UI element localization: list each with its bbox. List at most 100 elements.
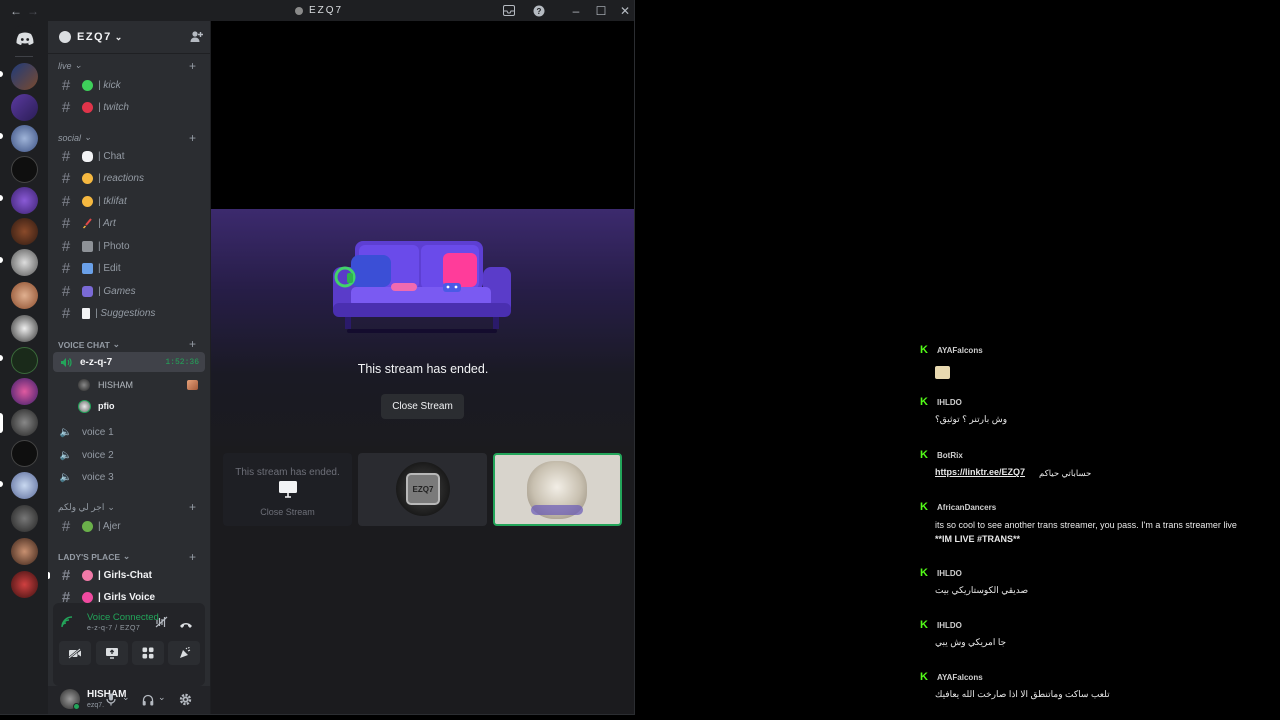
voice-channel-2[interactable]: 🔈 voice 2	[53, 445, 205, 465]
server-icon-15[interactable]	[11, 505, 38, 532]
chevron-down-icon: ⌄	[84, 132, 92, 142]
category-ladys-place[interactable]: LADY'S PLACE ⌄	[58, 551, 130, 562]
server-icon-13[interactable]	[11, 440, 38, 467]
headphones-icon[interactable]	[142, 693, 154, 711]
channel-tklifat[interactable]: # | tklifat	[53, 191, 205, 211]
server-icon-2[interactable]	[11, 94, 38, 121]
category-arabic[interactable]: اجر لي ولكم ⌄	[58, 502, 115, 513]
channel-suggestions[interactable]: # | Suggestions	[53, 303, 205, 323]
hash-icon: #	[61, 237, 71, 255]
server-icon-14[interactable]	[11, 472, 38, 499]
close-stream-button[interactable]: Close Stream	[381, 394, 464, 419]
category-social[interactable]: social ⌄	[58, 132, 92, 143]
inbox-icon[interactable]	[502, 0, 516, 21]
help-icon[interactable]: ?	[532, 0, 546, 21]
chevron-down-icon[interactable]: ⌄	[122, 692, 130, 703]
disconnect-icon[interactable]	[179, 616, 193, 634]
camera-button[interactable]	[59, 641, 91, 665]
channel-kick[interactable]: # | kick	[53, 75, 205, 95]
server-icon-3[interactable]	[11, 125, 38, 152]
server-icon-16[interactable]	[11, 538, 38, 565]
screen-share-icon	[106, 648, 118, 659]
server-icon-5[interactable]	[11, 187, 38, 214]
voice-member[interactable]: pfio	[78, 397, 202, 415]
chat-text: صديقي الكوستاريكي بيت	[935, 585, 1029, 595]
server-icon-6[interactable]	[11, 218, 38, 245]
server-list	[0, 21, 48, 714]
camera-icon	[82, 240, 93, 252]
hash-icon: #	[61, 98, 71, 116]
activities-icon	[142, 647, 154, 659]
server-icon-4[interactable]	[11, 156, 38, 183]
category-live[interactable]: live ⌄	[58, 60, 82, 71]
add-channel-icon[interactable]: +	[189, 59, 196, 73]
minimize-icon[interactable]: –	[569, 0, 583, 21]
server-icon-10[interactable]	[11, 347, 38, 374]
microphone-icon[interactable]	[106, 693, 116, 711]
server-icon-11[interactable]	[11, 378, 38, 405]
discord-home-icon[interactable]	[11, 25, 38, 52]
invite-people-icon[interactable]	[190, 30, 203, 46]
kick-icon: K	[920, 671, 928, 683]
participant-tiles: This stream has ended. Close Stream EZQ7	[211, 446, 634, 714]
soundboard-button[interactable]	[168, 641, 200, 665]
voice-location[interactable]: e-z-q-7 / EZQ7	[87, 625, 140, 632]
noise-suppression-icon[interactable]	[155, 615, 168, 633]
voice-member[interactable]: HISHAM	[78, 376, 202, 393]
channel-edit[interactable]: # | Edit	[53, 258, 205, 278]
chevron-down-icon: ⌄	[74, 60, 83, 70]
voice-channel-active[interactable]: e-z-q-7 1:52:36	[53, 352, 205, 372]
add-channel-icon[interactable]: +	[189, 337, 196, 351]
server-icon-8[interactable]	[11, 282, 38, 309]
red-circle-icon	[82, 101, 93, 113]
maximize-icon[interactable]: ☐	[594, 0, 608, 21]
hash-icon: #	[61, 192, 71, 210]
speaker-icon: 🔈	[59, 426, 73, 438]
selected-pip	[0, 413, 3, 433]
server-icon-7[interactable]	[11, 249, 38, 276]
channel-twitch[interactable]: # | twitch	[53, 97, 205, 117]
add-channel-icon[interactable]: +	[189, 550, 196, 564]
add-channel-icon[interactable]: +	[189, 500, 196, 514]
category-voice-chat[interactable]: VOICE CHAT ⌄	[58, 339, 120, 350]
chevron-down-icon: ⌄	[114, 31, 123, 42]
channel-reactions[interactable]: # | reactions	[53, 168, 205, 188]
channel-art[interactable]: # | Art	[53, 213, 205, 233]
chevron-down-icon[interactable]: ⌄	[158, 692, 166, 703]
channel-games[interactable]: # | Games	[53, 281, 205, 301]
close-icon[interactable]: ✕	[618, 0, 632, 21]
unread-pip	[48, 571, 50, 579]
speaker-icon: 🔈	[59, 471, 73, 483]
status-online-icon	[73, 703, 80, 710]
activity-icon	[187, 379, 198, 390]
activities-button[interactable]	[132, 641, 164, 665]
voice-channel-1[interactable]: 🔈 voice 1	[53, 422, 205, 442]
chat-username: BotRix	[937, 451, 963, 460]
chat-link[interactable]: https://linktr.ee/EZQ7	[935, 467, 1025, 477]
tile-close-stream[interactable]: Close Stream	[223, 507, 352, 517]
back-arrow-icon[interactable]: ←	[8, 0, 24, 21]
server-icon-9[interactable]	[11, 315, 38, 342]
participant-tile[interactable]: EZQ7	[358, 453, 487, 526]
add-channel-icon[interactable]: +	[189, 131, 196, 145]
avatar-decoration	[531, 505, 583, 515]
server-icon-12[interactable]	[11, 409, 38, 436]
participant-tile-speaking[interactable]	[493, 453, 622, 526]
voice-channel-3[interactable]: 🔈 voice 3	[53, 467, 205, 487]
channel-photo[interactable]: # | Photo	[53, 236, 205, 256]
server-icon-1[interactable]	[11, 63, 38, 90]
kick-icon: K	[920, 567, 928, 579]
share-screen-button[interactable]	[96, 641, 128, 665]
gear-icon[interactable]	[179, 693, 192, 711]
unread-pip	[0, 481, 3, 487]
forward-arrow-icon[interactable]: →	[26, 0, 40, 21]
channel-sidebar: EZQ7 ⌄ live ⌄ + # | kick # | twitch social ⌄…	[48, 21, 210, 714]
server-header[interactable]: EZQ7 ⌄	[48, 21, 210, 54]
chat-text: حساباتي حياكم	[1039, 468, 1092, 478]
server-icon-17[interactable]	[11, 571, 38, 598]
channel-chat[interactable]: # | Chat	[53, 146, 205, 166]
stream-tile[interactable]: This stream has ended. Close Stream	[223, 453, 352, 526]
channel-girls-chat[interactable]: # | Girls-Chat	[48, 565, 205, 585]
avatar	[78, 378, 90, 391]
channel-ajer[interactable]: # | Ajer	[53, 516, 205, 536]
